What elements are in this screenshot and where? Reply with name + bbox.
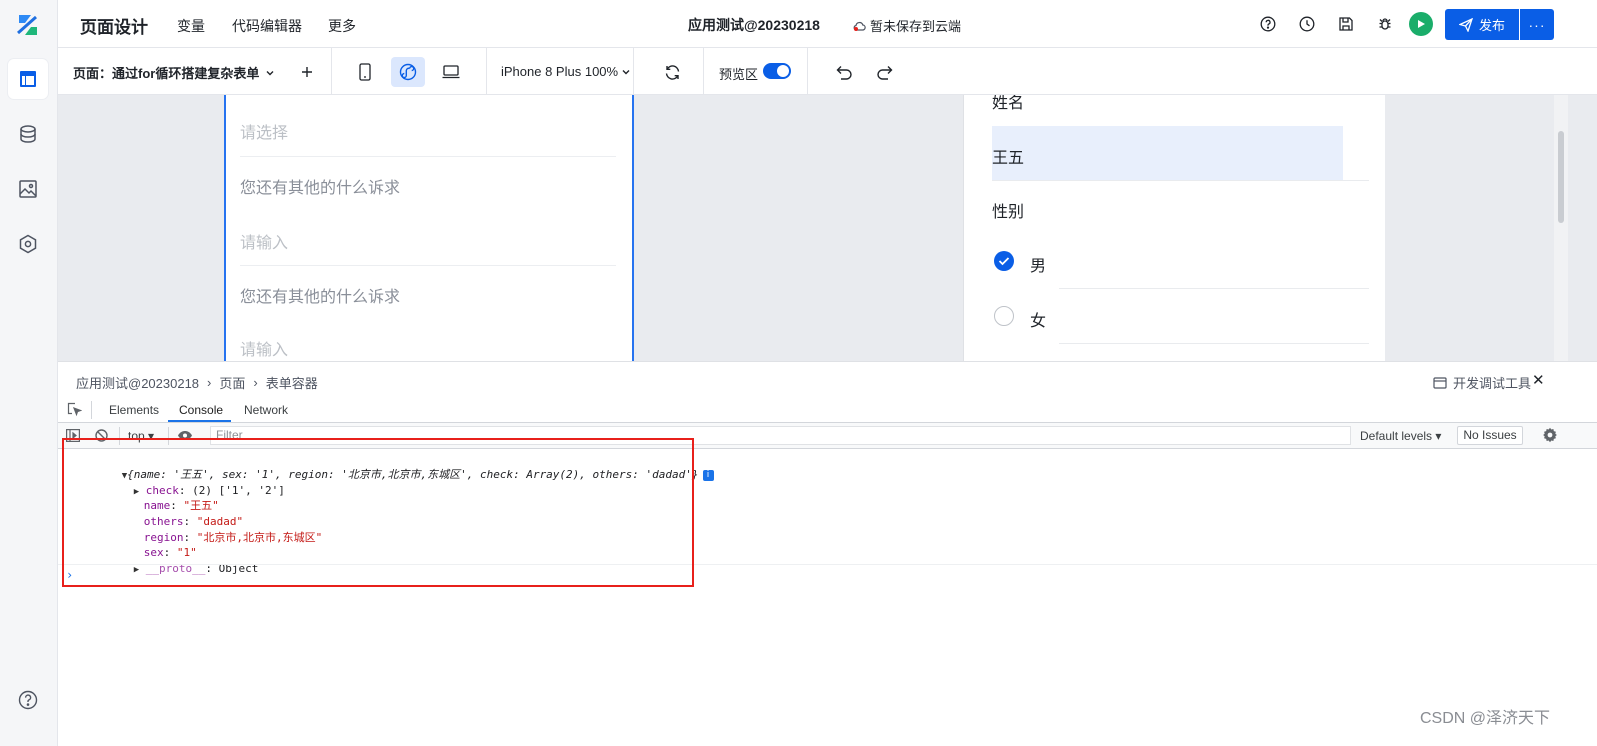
chevron-right-icon: ›	[253, 375, 258, 390]
app-logo	[15, 13, 41, 37]
tab-console[interactable]: Console	[179, 403, 223, 417]
preview-label: 预览区	[719, 67, 759, 82]
gender-label: 性别	[992, 204, 1025, 221]
annotation-highlight-box	[62, 438, 694, 587]
add-page-icon[interactable]	[290, 57, 324, 87]
radio-male[interactable]	[994, 251, 1014, 271]
chevron-right-icon: ›	[207, 375, 212, 390]
option-divider	[1059, 288, 1369, 289]
log-levels-selector[interactable]: Default levels ▾	[1360, 429, 1441, 443]
name-value: 王五	[992, 150, 1025, 167]
name-label: 姓名	[992, 95, 1025, 112]
publish-button[interactable]: 发布	[1445, 9, 1519, 40]
option-male-label[interactable]: 男	[1030, 252, 1046, 276]
toolbar-divider	[633, 48, 634, 95]
app-title: 应用测试@20230218	[688, 17, 820, 33]
check-icon	[998, 257, 1010, 266]
tab-elements[interactable]: Elements	[109, 403, 159, 417]
left-rail	[0, 0, 58, 746]
gear-icon[interactable]	[1542, 427, 1558, 443]
live-preview-panel: 姓名 王五 性别 男 女	[963, 95, 1385, 361]
name-input[interactable]	[992, 126, 1343, 180]
toolbar-divider	[703, 48, 704, 95]
tab-divider	[91, 401, 92, 419]
info-icon[interactable]: i	[702, 469, 714, 481]
miniprogram-view-icon[interactable]	[391, 57, 425, 87]
devtools-tabs: Elements Console Network	[58, 397, 1597, 423]
refresh-icon[interactable]	[655, 57, 689, 87]
preview-toggle[interactable]	[763, 63, 791, 79]
devtools-title: 开发调试工具	[1433, 373, 1531, 392]
field-divider	[992, 180, 1369, 181]
input-placeholder[interactable]: 请输入	[240, 229, 288, 253]
breadcrumb-app[interactable]: 应用测试@20230218	[76, 373, 199, 392]
chevron-down-icon	[266, 70, 274, 75]
breadcrumb-page[interactable]: 页面	[219, 373, 245, 392]
toolbar-divider	[486, 48, 487, 95]
question-label: 您还有其他的什么诉求	[240, 180, 401, 197]
option-female-label[interactable]: 女	[1030, 307, 1046, 331]
inspect-element-icon[interactable]	[67, 402, 82, 417]
tab-network[interactable]: Network	[244, 403, 288, 417]
help-icon[interactable]	[18, 690, 38, 710]
top-header: 页面设计 变量 代码编辑器 更多 应用测试@20230218 暂未保存到云端 发…	[58, 0, 1597, 48]
phone-preview-frame[interactable]: 请选择 您还有其他的什么诉求 请输入 您还有其他的什么诉求 请输入	[224, 95, 634, 361]
play-icon	[1418, 20, 1425, 28]
select-placeholder[interactable]: 请选择	[240, 119, 288, 143]
page-design-icon[interactable]	[8, 59, 48, 99]
send-icon	[1458, 17, 1473, 32]
page-design-title: 页面设计	[80, 18, 148, 37]
issues-button[interactable]: No Issues	[1457, 426, 1523, 445]
desktop-view-icon[interactable]	[434, 57, 468, 87]
nav-code-editor[interactable]: 代码编辑器	[232, 16, 302, 36]
run-preview-button[interactable]	[1409, 12, 1433, 36]
publish-more-button[interactable]: ···	[1520, 9, 1554, 40]
save-icon[interactable]	[1336, 14, 1356, 34]
breadcrumb: 应用测试@20230218 › 页面 › 表单容器	[76, 373, 318, 392]
devtools-icon	[1433, 376, 1447, 389]
active-tab-indicator	[168, 420, 231, 422]
undo-icon[interactable]	[827, 57, 861, 87]
close-icon[interactable]: ✕	[1532, 371, 1545, 389]
chevron-down-icon	[622, 69, 630, 74]
canvas-scrollbar[interactable]	[1558, 131, 1564, 223]
watermark: CSDN @泽济天下	[1420, 710, 1551, 727]
mobile-view-icon[interactable]	[348, 57, 382, 87]
help-circle-icon[interactable]	[1258, 14, 1278, 34]
breadcrumb-form[interactable]: 表单容器	[266, 373, 318, 392]
question-label: 您还有其他的什么诉求	[240, 289, 401, 306]
page-selector[interactable]: 页面：通过for循环搭建复杂表单	[73, 63, 275, 82]
nav-more[interactable]: 更多	[328, 16, 356, 36]
field-divider	[240, 265, 616, 266]
save-status: 暂未保存到云端	[852, 16, 961, 35]
settings-hex-icon[interactable]	[8, 224, 48, 264]
radio-female[interactable]	[994, 306, 1014, 326]
option-divider	[1059, 343, 1369, 344]
toolbar-divider	[807, 48, 808, 95]
image-icon[interactable]	[8, 169, 48, 209]
input-placeholder[interactable]: 请输入	[240, 336, 288, 360]
toolbar-divider	[331, 48, 332, 95]
nav-variables[interactable]: 变量	[177, 16, 205, 36]
device-selector[interactable]: iPhone 8 Plus 100%	[501, 64, 631, 79]
redo-icon[interactable]	[867, 57, 901, 87]
editor-toolbar: 页面：通过for循环搭建复杂表单 iPhone 8 Plus 100% 预览区	[58, 48, 1597, 95]
debug-bug-icon[interactable]	[1375, 14, 1395, 34]
history-icon[interactable]	[1297, 14, 1317, 34]
design-canvas: 请选择 您还有其他的什么诉求 请输入 您还有其他的什么诉求 请输入 姓名 王五 …	[58, 95, 1597, 361]
cloud-icon	[853, 21, 866, 31]
field-divider	[240, 156, 616, 157]
database-icon[interactable]	[8, 114, 48, 154]
